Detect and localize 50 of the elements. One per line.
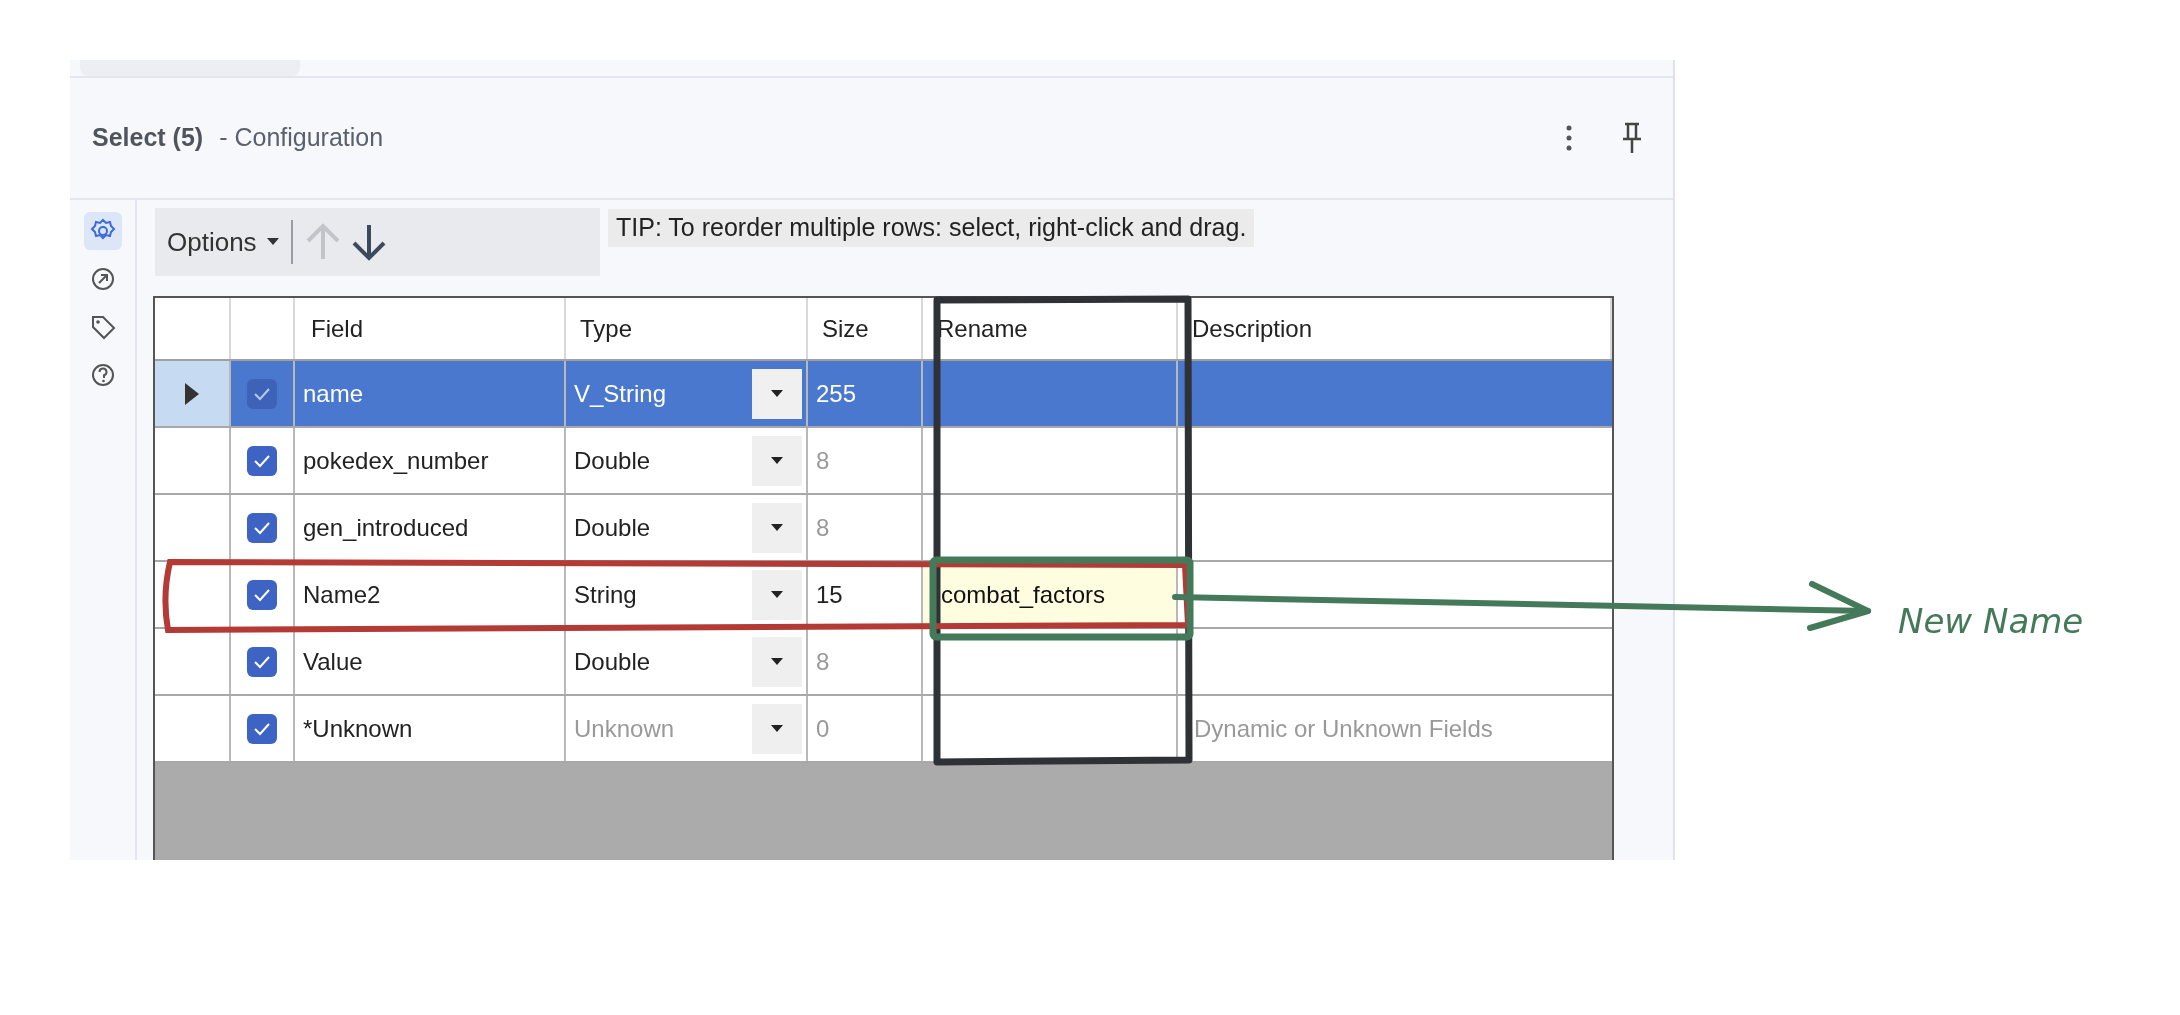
table-row[interactable]: name V_String 255	[155, 361, 1612, 428]
tip-text: TIP: To reorder multiple rows: select, right-click and drag.	[608, 209, 1255, 247]
caret-icon	[771, 389, 783, 398]
caret-icon	[771, 657, 783, 666]
caret-icon	[266, 238, 279, 246]
size-column-header[interactable]: Size	[808, 298, 923, 359]
table-row[interactable]: *Unknown Unknown 0 Dynamic or Unknown Fields	[155, 696, 1612, 763]
description-column-header[interactable]: Description	[1178, 298, 1612, 359]
dropdown-button[interactable]	[752, 368, 802, 419]
field-cell[interactable]: *Unknown	[295, 696, 566, 761]
field-cell[interactable]: name	[295, 361, 566, 426]
check-icon	[253, 654, 271, 669]
field-cell[interactable]: Name2	[295, 562, 566, 627]
callout-label: New Name	[1898, 600, 2084, 643]
check-icon	[253, 386, 271, 401]
type-value: Unknown	[574, 713, 675, 744]
check-icon	[253, 520, 271, 535]
check-icon	[253, 721, 271, 736]
caret-icon	[771, 456, 783, 465]
checkbox[interactable]	[247, 378, 277, 409]
type-value: Double	[574, 445, 651, 476]
row-pointer-icon	[185, 382, 199, 405]
checkbox[interactable]	[247, 646, 277, 677]
check-icon	[253, 453, 271, 468]
checkbox[interactable]	[247, 445, 277, 476]
rename-column-header[interactable]: Rename	[923, 298, 1178, 359]
type-value: Double	[574, 512, 651, 543]
checkbox[interactable]	[247, 579, 277, 610]
field-column-header[interactable]: Field	[295, 298, 566, 359]
type-column-header[interactable]: Type	[566, 298, 808, 359]
gear-icon[interactable]	[83, 212, 122, 250]
check-icon	[253, 587, 271, 602]
options-dropdown[interactable]: Options	[167, 222, 279, 262]
field-cell[interactable]: gen_introduced	[295, 495, 566, 560]
type-value: Double	[574, 646, 651, 677]
type-value: V_String	[574, 378, 667, 409]
table-row[interactable]: pokedex_number Double 8	[155, 428, 1612, 495]
field-cell[interactable]: pokedex_number	[295, 428, 566, 493]
size-cell[interactable]: 255	[808, 361, 923, 426]
caret-icon	[771, 590, 783, 599]
caret-icon	[771, 724, 783, 733]
type-value: String	[574, 579, 637, 610]
panel-subtitle: - Configuration	[219, 122, 384, 154]
field-cell[interactable]: Value	[295, 629, 566, 694]
panel-title: Select (5)	[92, 122, 204, 154]
caret-icon	[771, 523, 783, 532]
table-row[interactable]: Value Double 8	[155, 629, 1612, 696]
checkbox[interactable]	[247, 713, 277, 744]
checkbox[interactable]	[247, 512, 277, 543]
table-row[interactable]: gen_introduced Double 8	[155, 495, 1612, 562]
